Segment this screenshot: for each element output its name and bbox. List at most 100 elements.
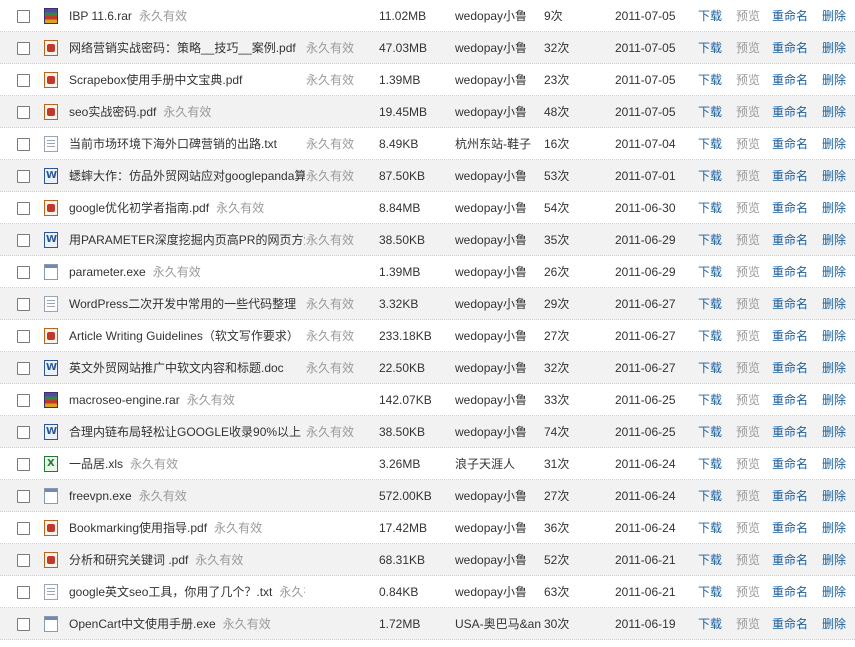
preview-link[interactable]: 预览 [736, 224, 766, 256]
download-link[interactable]: 下载 [698, 608, 728, 640]
checkbox-box[interactable] [17, 554, 30, 567]
checkbox-box[interactable] [17, 74, 30, 87]
checkbox-box[interactable] [17, 490, 30, 503]
preview-link[interactable]: 预览 [736, 448, 766, 480]
preview-link[interactable]: 预览 [736, 544, 766, 576]
download-link[interactable]: 下载 [698, 0, 728, 32]
download-link[interactable]: 下载 [698, 416, 728, 448]
rename-link[interactable]: 重命名 [772, 96, 812, 128]
download-link[interactable]: 下载 [698, 512, 728, 544]
row-checkbox[interactable] [17, 0, 33, 32]
delete-link[interactable]: 删除 [822, 0, 852, 32]
download-link[interactable]: 下载 [698, 544, 728, 576]
delete-link[interactable]: 删除 [822, 416, 852, 448]
download-link[interactable]: 下载 [698, 160, 728, 192]
file-name[interactable]: google英文seo工具，你用了几个？.txt [69, 585, 272, 599]
row-checkbox[interactable] [17, 576, 33, 608]
download-link[interactable]: 下载 [698, 320, 728, 352]
row-checkbox[interactable] [17, 544, 33, 576]
checkbox-box[interactable] [17, 10, 30, 23]
file-name[interactable]: google优化初学者指南.pdf [69, 201, 209, 215]
download-link[interactable]: 下载 [698, 256, 728, 288]
rename-link[interactable]: 重命名 [772, 416, 812, 448]
rename-link[interactable]: 重命名 [772, 288, 812, 320]
preview-link[interactable]: 预览 [736, 320, 766, 352]
row-checkbox[interactable] [17, 352, 33, 384]
checkbox-box[interactable] [17, 618, 30, 631]
rename-link[interactable]: 重命名 [772, 480, 812, 512]
rename-link[interactable]: 重命名 [772, 384, 812, 416]
download-link[interactable]: 下载 [698, 352, 728, 384]
delete-link[interactable]: 删除 [822, 480, 852, 512]
delete-link[interactable]: 删除 [822, 320, 852, 352]
rename-link[interactable]: 重命名 [772, 320, 812, 352]
preview-link[interactable]: 预览 [736, 288, 766, 320]
preview-link[interactable]: 预览 [736, 416, 766, 448]
checkbox-box[interactable] [17, 362, 30, 375]
checkbox-box[interactable] [17, 138, 30, 151]
delete-link[interactable]: 删除 [822, 576, 852, 608]
delete-link[interactable]: 删除 [822, 288, 852, 320]
row-checkbox[interactable] [17, 96, 33, 128]
preview-link[interactable]: 预览 [736, 0, 766, 32]
download-link[interactable]: 下载 [698, 224, 728, 256]
download-link[interactable]: 下载 [698, 384, 728, 416]
file-name[interactable]: Scrapebox使用手册中文宝典.pdf [69, 73, 242, 87]
file-name[interactable]: 当前市场环境下海外口碑营销的出路.txt [69, 137, 277, 151]
download-link[interactable]: 下载 [698, 448, 728, 480]
file-name[interactable]: 用PARAMETER深度挖掘内页高PR的网页方法 [69, 233, 305, 247]
rename-link[interactable]: 重命名 [772, 192, 812, 224]
file-name[interactable]: 网络营销实战密码：策略__技巧__案例.pdf [69, 41, 296, 55]
rename-link[interactable]: 重命名 [772, 544, 812, 576]
row-checkbox[interactable] [17, 416, 33, 448]
file-name[interactable]: 一品居.xls [69, 457, 123, 471]
delete-link[interactable]: 删除 [822, 192, 852, 224]
delete-link[interactable]: 删除 [822, 544, 852, 576]
rename-link[interactable]: 重命名 [772, 224, 812, 256]
delete-link[interactable]: 删除 [822, 128, 852, 160]
checkbox-box[interactable] [17, 426, 30, 439]
row-checkbox[interactable] [17, 256, 33, 288]
download-link[interactable]: 下载 [698, 192, 728, 224]
rename-link[interactable]: 重命名 [772, 64, 812, 96]
file-name[interactable]: 英文外贸网站推广中软文内容和标题.doc [69, 361, 284, 375]
download-link[interactable]: 下载 [698, 32, 728, 64]
file-name[interactable]: seo实战密码.pdf [69, 105, 156, 119]
download-link[interactable]: 下载 [698, 480, 728, 512]
file-name[interactable]: 分析和研究关键词 .pdf [69, 553, 188, 567]
row-checkbox[interactable] [17, 608, 33, 640]
checkbox-box[interactable] [17, 458, 30, 471]
checkbox-box[interactable] [17, 522, 30, 535]
delete-link[interactable]: 删除 [822, 160, 852, 192]
row-checkbox[interactable] [17, 32, 33, 64]
download-link[interactable]: 下载 [698, 576, 728, 608]
file-name[interactable]: parameter.exe [69, 265, 146, 279]
file-name[interactable]: freevpn.exe [69, 489, 132, 503]
checkbox-box[interactable] [17, 330, 30, 343]
file-name[interactable]: macroseo-engine.rar [69, 393, 180, 407]
delete-link[interactable]: 删除 [822, 512, 852, 544]
delete-link[interactable]: 删除 [822, 256, 852, 288]
download-link[interactable]: 下载 [698, 96, 728, 128]
file-name[interactable]: Article Writing Guidelines（软文写作要求） [69, 329, 299, 343]
delete-link[interactable]: 删除 [822, 384, 852, 416]
checkbox-box[interactable] [17, 394, 30, 407]
download-link[interactable]: 下载 [698, 128, 728, 160]
delete-link[interactable]: 删除 [822, 32, 852, 64]
rename-link[interactable]: 重命名 [772, 512, 812, 544]
preview-link[interactable]: 预览 [736, 384, 766, 416]
preview-link[interactable]: 预览 [736, 608, 766, 640]
preview-link[interactable]: 预览 [736, 128, 766, 160]
file-name[interactable]: WordPress二次开发中常用的一些代码整理 [69, 297, 296, 311]
file-name[interactable]: 合理内链布局轻松让GOOGLE收录90%以上 [69, 425, 301, 439]
checkbox-box[interactable] [17, 106, 30, 119]
checkbox-box[interactable] [17, 202, 30, 215]
rename-link[interactable]: 重命名 [772, 0, 812, 32]
delete-link[interactable]: 删除 [822, 448, 852, 480]
checkbox-box[interactable] [17, 266, 30, 279]
row-checkbox[interactable] [17, 448, 33, 480]
delete-link[interactable]: 删除 [822, 352, 852, 384]
delete-link[interactable]: 删除 [822, 64, 852, 96]
checkbox-box[interactable] [17, 234, 30, 247]
rename-link[interactable]: 重命名 [772, 128, 812, 160]
